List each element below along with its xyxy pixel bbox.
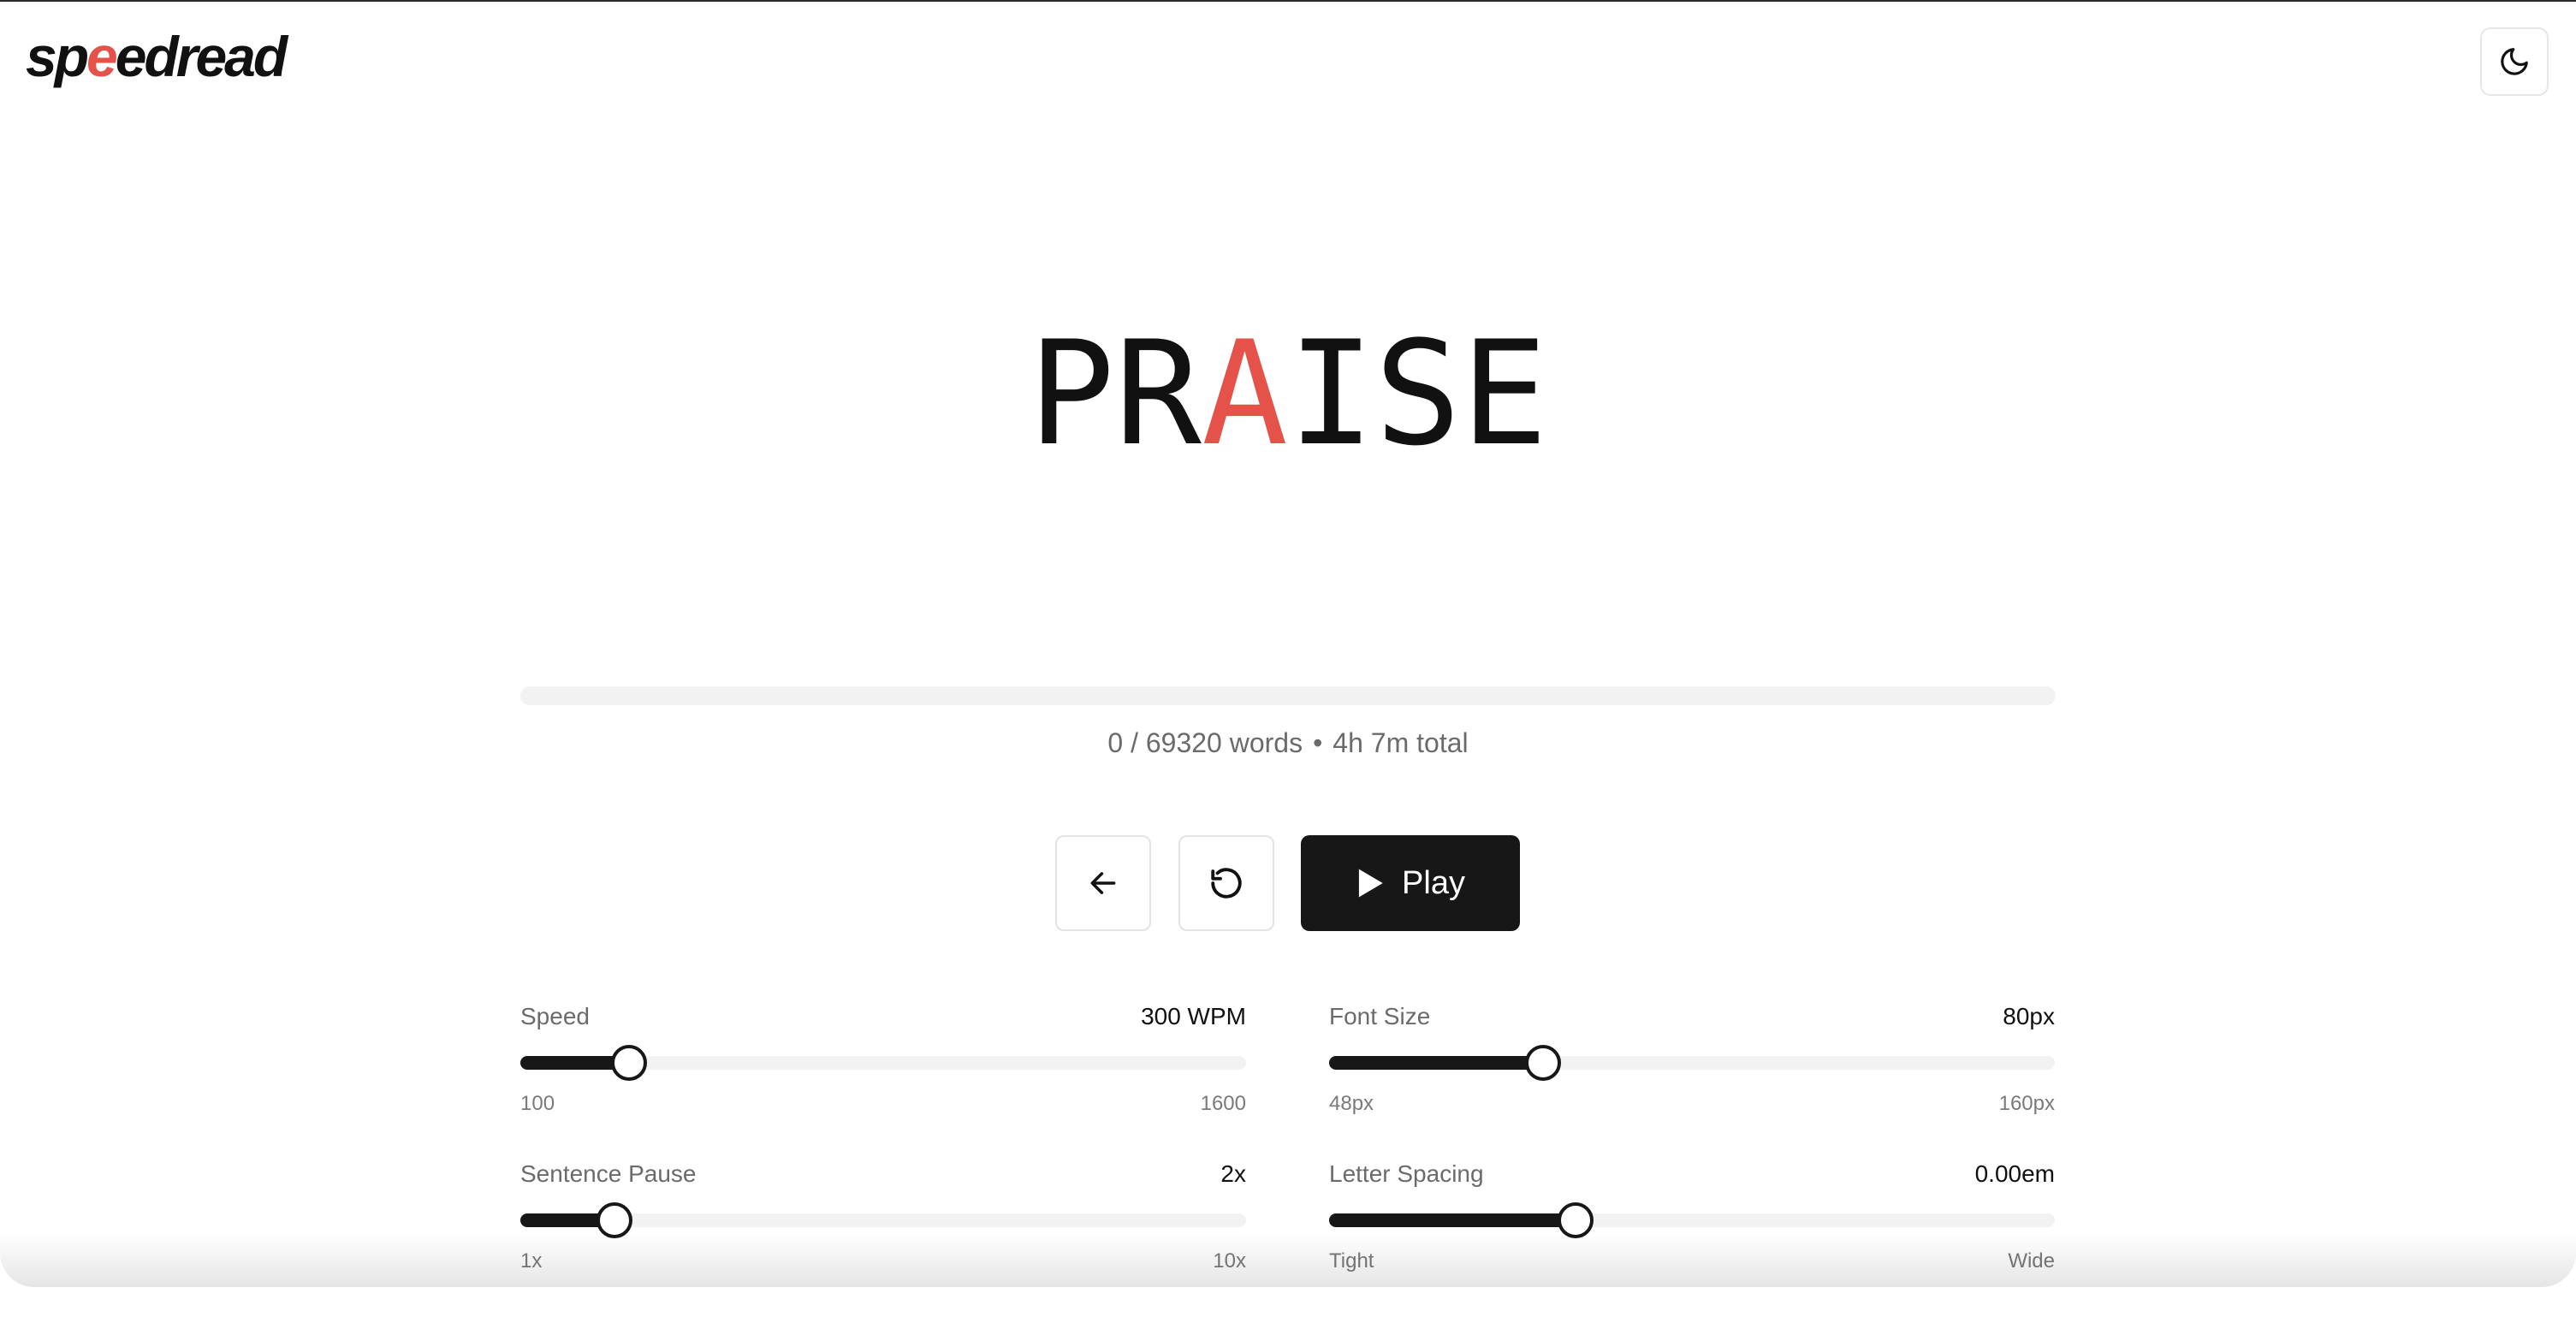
total-time: 4h 7m total xyxy=(1333,727,1469,758)
sentence-pause-min: 1x xyxy=(520,1249,543,1273)
word-prefix: PR xyxy=(1028,310,1202,478)
font-size-slider-group: Font Size 80px 48px 160px xyxy=(1329,1003,2055,1166)
font-size-min: 48px xyxy=(1329,1092,1374,1115)
play-icon xyxy=(1358,869,1383,898)
sentence-pause-slider-group: Sentence Pause 2x 1x 10x xyxy=(520,1160,1246,1323)
speed-slider-group: Speed 300 WPM 100 1600 xyxy=(520,1003,1246,1166)
word-suffix: ISE xyxy=(1288,310,1548,478)
speed-max: 1600 xyxy=(1200,1092,1246,1115)
speed-label: Speed xyxy=(520,1003,590,1029)
sentence-pause-slider[interactable] xyxy=(520,1202,1246,1238)
sentence-pause-value: 2x xyxy=(1220,1160,1246,1187)
sentence-pause-slider-thumb[interactable] xyxy=(597,1202,633,1238)
letter-spacing-max: Wide xyxy=(2008,1249,2055,1273)
logo-accent-letter: e xyxy=(86,25,118,88)
arrow-left-icon xyxy=(1090,872,1116,894)
letter-spacing-slider[interactable] xyxy=(1329,1202,2055,1238)
play-label: Play xyxy=(1402,864,1465,901)
logo-text-end: edread xyxy=(115,25,288,88)
font-size-value: 80px xyxy=(2003,1003,2055,1029)
font-size-slider-fill xyxy=(1329,1056,1544,1070)
speed-slider-thumb[interactable] xyxy=(611,1045,648,1081)
speed-min: 100 xyxy=(520,1092,555,1115)
letter-spacing-slider-fill xyxy=(1329,1213,1576,1227)
back-button[interactable] xyxy=(1055,835,1151,931)
restart-button[interactable] xyxy=(1178,835,1274,931)
letter-spacing-value: 0.00em xyxy=(1974,1160,2055,1187)
letter-spacing-label: Letter Spacing xyxy=(1329,1160,1484,1187)
letter-spacing-min: Tight xyxy=(1329,1249,1374,1273)
restart-icon xyxy=(1211,868,1242,899)
word-count: 0 / 69320 words xyxy=(1107,727,1303,758)
bottom-shadow xyxy=(0,1232,2576,1287)
word-focus-letter: A xyxy=(1201,310,1288,478)
sentence-pause-label: Sentence Pause xyxy=(520,1160,697,1187)
speed-slider[interactable] xyxy=(520,1045,1246,1081)
stats-separator: • xyxy=(1313,727,1323,758)
theme-toggle-button[interactable] xyxy=(2480,27,2549,96)
play-button[interactable]: Play xyxy=(1301,835,1520,931)
font-size-slider[interactable] xyxy=(1329,1045,2055,1081)
logo-text-start: sp xyxy=(26,25,89,88)
sentence-pause-max: 10x xyxy=(1213,1249,1246,1273)
reading-stats: 0 / 69320 words • 4h 7m total xyxy=(0,727,2576,759)
letter-spacing-slider-thumb[interactable] xyxy=(1558,1202,1594,1238)
letter-spacing-slider-group: Letter Spacing 0.00em Tight Wide xyxy=(1329,1160,2055,1323)
reading-progress-bar[interactable] xyxy=(520,686,2056,705)
font-size-max: 160px xyxy=(1998,1092,2055,1115)
moon-icon xyxy=(2501,48,2528,75)
font-size-label: Font Size xyxy=(1329,1003,1431,1029)
rsvp-word-display: PRAISE xyxy=(0,308,2576,479)
app-logo: speedread xyxy=(26,24,288,89)
font-size-slider-thumb[interactable] xyxy=(1525,1045,1562,1081)
window-top-border xyxy=(0,0,2576,2)
speed-value: 300 WPM xyxy=(1141,1003,1246,1029)
